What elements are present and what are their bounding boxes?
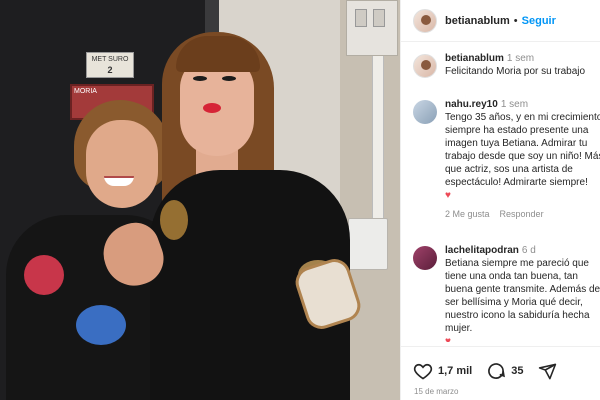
wall-conduit	[372, 56, 384, 218]
poster-text: MORIA	[74, 88, 97, 95]
comment-count[interactable]: 35	[511, 365, 523, 377]
separator-dot: •	[513, 14, 518, 27]
caption-time[interactable]: 1 sem	[507, 53, 534, 64]
comments-list[interactable]: betianablum 1 sem Felicitando Moria por s…	[401, 42, 600, 342]
heart-emoji-icon: ♥	[445, 336, 451, 342]
person-right-eye	[193, 76, 207, 81]
post-header: betianablum • Seguir	[401, 0, 600, 42]
like-count[interactable]: 1,7 mil	[438, 365, 472, 377]
door-sign-number: 2	[107, 65, 113, 75]
person-right-eye	[222, 76, 236, 81]
caption: betianablum 1 sem Felicitando Moria por s…	[413, 52, 600, 78]
send-icon	[538, 363, 556, 379]
caption-avatar[interactable]	[413, 54, 437, 78]
post-photo[interactable]: MET SURO 2 MORIA	[0, 0, 400, 400]
comment-time[interactable]: 6 d	[522, 245, 536, 256]
door-sign-label: MET SURO	[91, 56, 129, 63]
caption-text: Felicitando Moria por su trabajo	[445, 66, 586, 77]
heart-emoji-icon: ♥	[445, 190, 451, 201]
like-button[interactable]: 1,7 mil	[413, 361, 472, 381]
comment-text: Tengo 35 años, y en mi crecimiento siemp…	[445, 112, 600, 188]
follow-button[interactable]: Seguir	[522, 15, 556, 27]
person-left-face	[86, 120, 158, 208]
comment-text: Betiana siempre me pareció que tiene una…	[445, 258, 600, 334]
author-avatar[interactable]	[413, 8, 437, 33]
reply-button[interactable]: Responder	[500, 208, 544, 221]
post-side-panel: betianablum • Seguir betianablum 1 sem Fe…	[400, 0, 600, 400]
commenter-username[interactable]: nahu.rey10	[445, 99, 498, 110]
author-username[interactable]: betianablum	[445, 15, 510, 27]
caption-username[interactable]: betianablum	[445, 53, 504, 64]
comment-item: nahu.rey10 1 sem Tengo 35 años, y en mi c…	[413, 98, 600, 221]
comment-button[interactable]: 35	[486, 361, 524, 381]
post-actions: 1,7 mil 35 15 de marzo	[401, 346, 600, 400]
light-switch-box	[346, 0, 398, 56]
post-date[interactable]: 15 de marzo	[414, 387, 458, 396]
wall-outlet	[348, 218, 388, 270]
comment-icon	[488, 363, 506, 379]
heart-icon	[413, 363, 433, 380]
commenter-avatar[interactable]	[413, 246, 437, 270]
door-sign: MET SURO 2	[86, 52, 134, 78]
person-right-bangs	[176, 36, 260, 72]
person-right-lips	[203, 103, 221, 113]
commenter-avatar[interactable]	[413, 100, 437, 124]
share-button[interactable]	[538, 362, 557, 381]
commenter-username[interactable]: lachelitapodran	[445, 245, 519, 256]
comment-time[interactable]: 1 sem	[501, 99, 528, 110]
comment-likes[interactable]: 2 Me gusta	[445, 208, 490, 221]
comment-item: lachelitapodran 6 d Betiana siempre me pa…	[413, 244, 600, 342]
